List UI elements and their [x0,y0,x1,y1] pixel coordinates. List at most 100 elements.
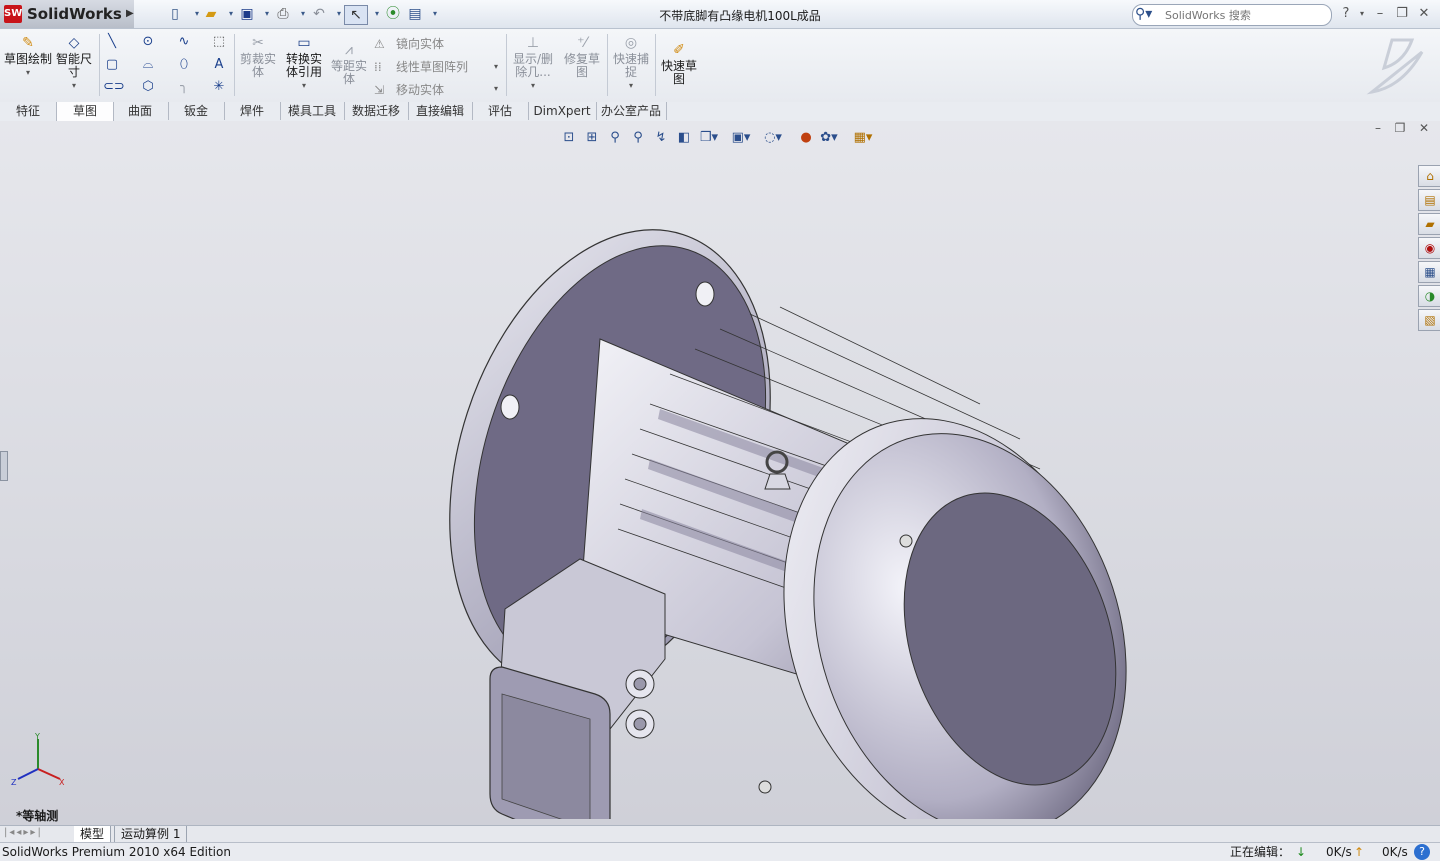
select-arrow-icon[interactable]: ↖ [344,5,368,25]
tab-7[interactable]: 直接编辑 [408,102,473,120]
point-icon[interactable]: ✳ [210,78,228,96]
smart-dimension-button[interactable]: ◇ 智能尺寸 ▾ [52,29,96,92]
smart-dimension-icon: ◇ [68,35,80,51]
search-input[interactable] [1163,7,1327,23]
repair-sketch-button[interactable]: ⁺⁄ 修复草图 [560,29,604,79]
tab-model[interactable]: 模型 [74,826,112,842]
tab-motion-study[interactable]: 运动算例 1 [114,826,188,842]
help-balloon-icon[interactable]: ? [1414,844,1430,860]
zoom-to-area-icon[interactable]: ⊞ [581,129,603,147]
convert-dropdown-icon[interactable]: ▾ [282,79,326,92]
save-icon[interactable]: ▣ [236,5,258,23]
display-delete-relations-button[interactable]: ⊥ 显示/删除几... ▾ [510,29,556,92]
tab-5[interactable]: 模具工具 [280,102,345,120]
text-icon[interactable]: A [210,56,228,74]
options-dropdown-icon[interactable]: ▾ [424,5,446,23]
download-arrow-icon: ↓ [1296,845,1307,859]
viewport-close-icon[interactable]: ✕ [1416,121,1432,135]
circle-icon[interactable]: ⊙ [139,33,157,51]
viewport-restore-icon[interactable]: ❐ [1392,121,1408,135]
document-title: 不带底脚有凸缘电机100L成品 [659,9,821,23]
upload-speed: 0K/s [1382,845,1408,859]
quick-snaps-button[interactable]: ◎ 快速捕捉 ▾ [609,29,653,92]
viewport-minimize-icon[interactable]: – [1370,121,1386,135]
tab-4[interactable]: 焊件 [224,102,281,120]
view-settings-icon[interactable]: ▦▾ [852,129,874,147]
mirror-entities-item[interactable]: ⚠ 镜向实体 [374,35,444,52]
zoom-to-fit-icon[interactable]: ⊡ [558,129,580,147]
tab-0[interactable]: 特征 [0,102,57,120]
section-view-icon[interactable]: ◧ [673,129,695,147]
bottom-tab-bar: |◂◂▸▸| 模型 运动算例 1 [0,825,1440,843]
trim-icon: ✂ [252,35,264,51]
tab-1[interactable]: 草图 [56,102,114,121]
display-style-icon[interactable]: ▣▾ [730,129,752,147]
sketch-dropdown-icon[interactable]: ▾ [4,66,52,79]
tab-9[interactable]: DimXpert [528,102,597,120]
move-entities-item[interactable]: ⇲ 移动实体 [374,81,444,98]
tab-10[interactable]: 办公室产品 [596,102,667,120]
arc-icon[interactable]: ⌓ [139,56,157,74]
task-pane-view-palette-icon[interactable]: ▦ [1418,261,1440,283]
options-icon[interactable]: ▤ [404,5,426,23]
move-label: 移动实体 [396,83,445,97]
smart-dimension-dropdown-icon[interactable]: ▾ [52,79,96,92]
task-pane-search-icon[interactable]: ◉ [1418,237,1440,259]
motor-3d-model[interactable] [420,189,1140,819]
help-dropdown-icon[interactable]: ▾ [1352,5,1372,23]
task-pane-design-library-icon[interactable]: ▤ [1418,189,1440,211]
apply-scene-icon[interactable]: ✿▾ [818,129,840,147]
new-document-icon[interactable]: ▯ [164,5,186,23]
tab-8[interactable]: 评估 [472,102,529,120]
zoom-icon[interactable]: ⚲ [604,129,626,147]
convert-entities-button[interactable]: ▭ 转换实体引用 ▾ [282,29,326,92]
linear-pattern-item[interactable]: ⁞⁞ 线性草图阵列 [374,58,468,75]
rectangle-icon[interactable]: ▢ [103,56,121,74]
smart-dimension-label: 智能尺寸 [55,52,92,79]
slot-icon[interactable]: ⊂⊃ [103,78,125,96]
view-orientation-icon[interactable]: ❒▾ [698,129,720,147]
rapid-sketch-button[interactable]: ✐ 快速草图 [657,36,701,86]
graphics-area[interactable]: – ❐ ✕ ⊡ ⊞ ⚲ ⚲ ↯ ◧ ❒▾ ▣▾ ◌▾ ● ✿▾ ▦▾ ⌂ ▤ ▰… [0,121,1440,825]
open-icon[interactable]: ▰ [200,5,222,23]
svg-text:Y: Y [34,733,40,741]
tab-6[interactable]: 数据迁移 [344,102,409,120]
tab-3[interactable]: 钣金 [168,102,225,120]
edit-appearance-icon[interactable]: ● [795,129,817,147]
feature-manager-toggle[interactable] [0,451,8,481]
tab-scroll-arrows-icon[interactable]: |◂◂▸▸| [4,827,43,838]
menu-expand-icon[interactable]: ▶ [126,8,134,19]
hide-show-items-icon[interactable]: ◌▾ [762,129,784,147]
quick-snaps-dropdown-icon[interactable]: ▾ [609,79,653,92]
app-name: SolidWorks [27,5,122,23]
close-icon[interactable]: ✕ [1414,5,1434,23]
print-icon[interactable]: ⎙ [272,5,294,23]
task-pane-home-icon[interactable]: ⌂ [1418,165,1440,187]
linear-pattern-dropdown-icon[interactable]: ▾ [494,62,498,71]
task-pane-custom-properties-icon[interactable]: ▧ [1418,309,1440,331]
move-dropdown-icon[interactable]: ▾ [494,84,498,93]
show-delete-dropdown-icon[interactable]: ▾ [510,79,556,92]
solidworks-logo-icon: SW [4,5,22,23]
sketch-button[interactable]: ✎ 草图绘制 ▾ [4,29,52,79]
task-pane-appearances-icon[interactable]: ◑ [1418,285,1440,307]
undo-icon[interactable]: ↶ [308,5,330,23]
task-pane-file-explorer-icon[interactable]: ▰ [1418,213,1440,235]
offset-entities-button[interactable]: ⩘ 等距实体 [328,36,370,86]
construction-geometry-icon[interactable]: ⬚ [210,33,228,51]
tab-2[interactable]: 曲面 [112,102,169,120]
rebuild-traffic-light-icon[interactable]: ⦿ [382,5,404,23]
trim-entities-button[interactable]: ✂ 剪裁实体 [236,29,280,79]
app-logo-menu[interactable]: SW SolidWorks ▶ [0,0,134,28]
zoom-out-icon[interactable]: ⚲ [627,129,649,147]
line-icon[interactable]: ╲ [103,33,121,51]
fillet-icon[interactable]: ╮ [175,78,193,96]
polygon-icon[interactable]: ⬡ [139,78,157,96]
coordinate-triad-icon: Y X Z [11,733,65,787]
previous-view-icon[interactable]: ↯ [650,129,672,147]
restore-icon[interactable]: ❐ [1392,5,1412,23]
ellipse-icon[interactable]: ⬯ [175,56,193,74]
minimize-icon[interactable]: – [1370,5,1390,23]
spline-icon[interactable]: ∿ [175,33,193,51]
search-box[interactable]: ⚲▾ [1132,4,1332,26]
